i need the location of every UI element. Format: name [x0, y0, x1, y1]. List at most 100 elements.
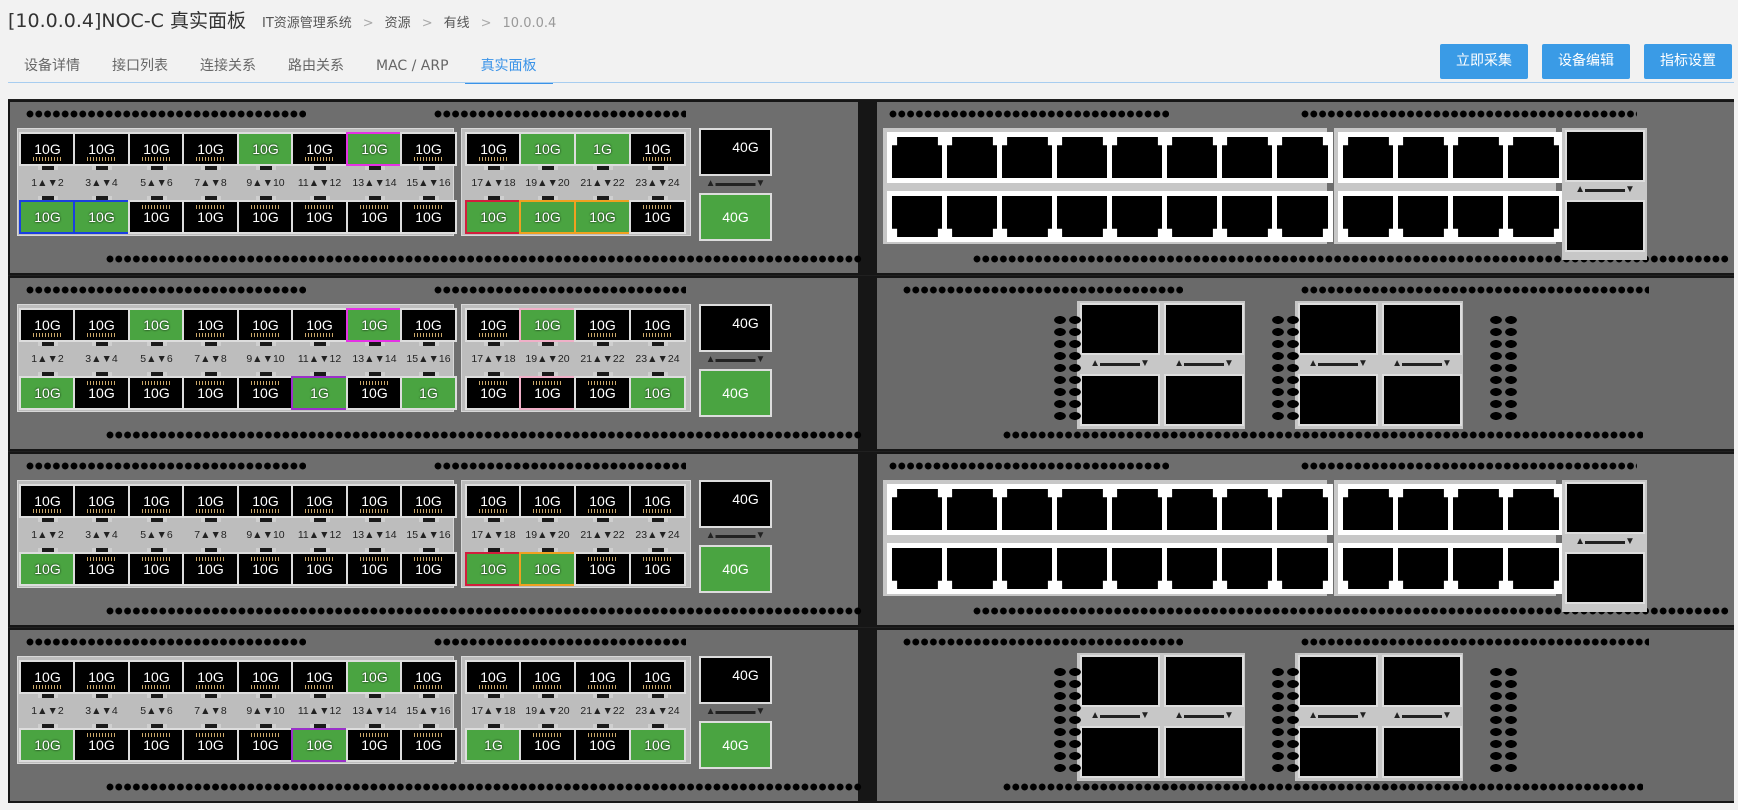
sfp-cage[interactable] — [1565, 130, 1645, 182]
sfp-port[interactable]: 10G — [291, 196, 348, 234]
rj45-port[interactable] — [1052, 132, 1113, 183]
rj45-port[interactable] — [1272, 484, 1333, 535]
rj45-port[interactable] — [942, 191, 1003, 242]
sfp-port[interactable]: 10G — [128, 724, 185, 762]
edit-device-button[interactable]: 设备编辑 — [1542, 44, 1630, 79]
sfp-port[interactable]: 10G — [19, 372, 76, 410]
sfp-port[interactable]: 10G — [182, 660, 239, 698]
sfp-port[interactable]: 10G — [519, 132, 576, 170]
rj45-port[interactable] — [1393, 543, 1454, 594]
sfp-port[interactable]: 1G — [291, 372, 348, 410]
sfp-cage[interactable] — [1164, 726, 1244, 778]
sfp-port[interactable]: 10G — [629, 548, 686, 586]
sfp-cage[interactable] — [1080, 303, 1160, 355]
sfp-port[interactable]: 10G — [346, 548, 403, 586]
sfp-port[interactable]: 10G — [629, 484, 686, 522]
sfp-port[interactable]: 10G — [465, 372, 522, 410]
sfp-port[interactable]: 10G — [465, 548, 522, 586]
rj45-port[interactable] — [1503, 484, 1564, 535]
qsfp-port[interactable]: 40G — [699, 193, 772, 241]
sfp-port[interactable]: 10G — [182, 484, 239, 522]
rj45-port[interactable] — [942, 543, 1003, 594]
qsfp-port[interactable]: 40G — [699, 369, 772, 417]
sfp-port[interactable]: 10G — [465, 132, 522, 170]
sfp-port[interactable]: 10G — [574, 484, 631, 522]
sfp-port[interactable]: 10G — [346, 724, 403, 762]
sfp-cage[interactable] — [1080, 374, 1160, 426]
rj45-port[interactable] — [1162, 132, 1223, 183]
sfp-port[interactable]: 10G — [182, 196, 239, 234]
sfp-cage[interactable] — [1298, 303, 1378, 355]
rj45-port[interactable] — [942, 132, 1003, 183]
sfp-cage[interactable] — [1164, 303, 1244, 355]
sfp-port[interactable]: 10G — [519, 548, 576, 586]
sfp-port[interactable]: 10G — [400, 196, 457, 234]
sfp-port[interactable]: 10G — [400, 484, 457, 522]
sfp-port[interactable]: 10G — [519, 372, 576, 410]
sfp-port[interactable]: 10G — [574, 196, 631, 234]
sfp-port[interactable]: 1G — [400, 372, 457, 410]
qsfp-port[interactable]: 40G — [699, 480, 772, 528]
rj45-port[interactable] — [1448, 484, 1509, 535]
sfp-port[interactable]: 10G — [346, 484, 403, 522]
qsfp-port[interactable]: 40G — [699, 304, 772, 352]
sfp-port[interactable]: 10G — [346, 372, 403, 410]
rj45-port[interactable] — [997, 132, 1058, 183]
sfp-port[interactable]: 10G — [237, 660, 294, 698]
sfp-port[interactable]: 10G — [237, 372, 294, 410]
sfp-port[interactable]: 10G — [182, 132, 239, 170]
breadcrumb-item-wired[interactable]: 有线 — [444, 12, 470, 31]
sfp-port[interactable]: 1G — [465, 724, 522, 762]
sfp-port[interactable]: 10G — [73, 660, 130, 698]
sfp-port[interactable]: 10G — [73, 548, 130, 586]
rj45-port[interactable] — [1162, 543, 1223, 594]
rj45-port[interactable] — [1448, 191, 1509, 242]
tab-connections[interactable]: 连接关系 — [184, 54, 272, 84]
sfp-port[interactable]: 10G — [629, 724, 686, 762]
rj45-port[interactable] — [1217, 132, 1278, 183]
sfp-port[interactable]: 10G — [574, 724, 631, 762]
sfp-port[interactable]: 10G — [237, 196, 294, 234]
sfp-port[interactable]: 10G — [128, 484, 185, 522]
sfp-port[interactable]: 10G — [629, 372, 686, 410]
sfp-port[interactable]: 10G — [19, 484, 76, 522]
tab-device-details[interactable]: 设备详情 — [8, 54, 96, 84]
rj45-port[interactable] — [1503, 132, 1564, 183]
rj45-port[interactable] — [1272, 132, 1333, 183]
rj45-port[interactable] — [997, 191, 1058, 242]
sfp-port[interactable]: 10G — [237, 308, 294, 346]
tab-routing[interactable]: 路由关系 — [272, 54, 360, 84]
sfp-port[interactable]: 10G — [519, 308, 576, 346]
sfp-port[interactable]: 10G — [128, 196, 185, 234]
sfp-cage[interactable] — [1565, 482, 1645, 534]
sfp-port[interactable]: 10G — [519, 660, 576, 698]
sfp-port[interactable]: 10G — [237, 548, 294, 586]
rj45-port[interactable] — [1107, 543, 1168, 594]
rj45-port[interactable] — [1338, 132, 1399, 183]
sfp-port[interactable]: 10G — [291, 308, 348, 346]
rj45-port[interactable] — [1393, 191, 1454, 242]
sfp-port[interactable]: 10G — [128, 660, 185, 698]
rj45-port[interactable] — [887, 543, 948, 594]
sfp-port[interactable]: 10G — [128, 548, 185, 586]
rj45-port[interactable] — [997, 484, 1058, 535]
rj45-port[interactable] — [1162, 484, 1223, 535]
sfp-cage[interactable] — [1298, 726, 1378, 778]
metric-settings-button[interactable]: 指标设置 — [1644, 44, 1732, 79]
sfp-port[interactable]: 10G — [19, 308, 76, 346]
sfp-port[interactable]: 10G — [237, 724, 294, 762]
sfp-port[interactable]: 10G — [19, 548, 76, 586]
sfp-port[interactable]: 10G — [73, 724, 130, 762]
sfp-port[interactable]: 10G — [291, 132, 348, 170]
sfp-port[interactable]: 10G — [465, 484, 522, 522]
sfp-port[interactable]: 10G — [73, 308, 130, 346]
rj45-port[interactable] — [1052, 543, 1113, 594]
sfp-port[interactable]: 10G — [182, 372, 239, 410]
sfp-port[interactable]: 10G — [128, 132, 185, 170]
sfp-port[interactable]: 10G — [128, 372, 185, 410]
sfp-port[interactable]: 10G — [128, 308, 185, 346]
rj45-port[interactable] — [1272, 191, 1333, 242]
rj45-port[interactable] — [1217, 543, 1278, 594]
rj45-port[interactable] — [1272, 543, 1333, 594]
sfp-port[interactable]: 10G — [629, 132, 686, 170]
